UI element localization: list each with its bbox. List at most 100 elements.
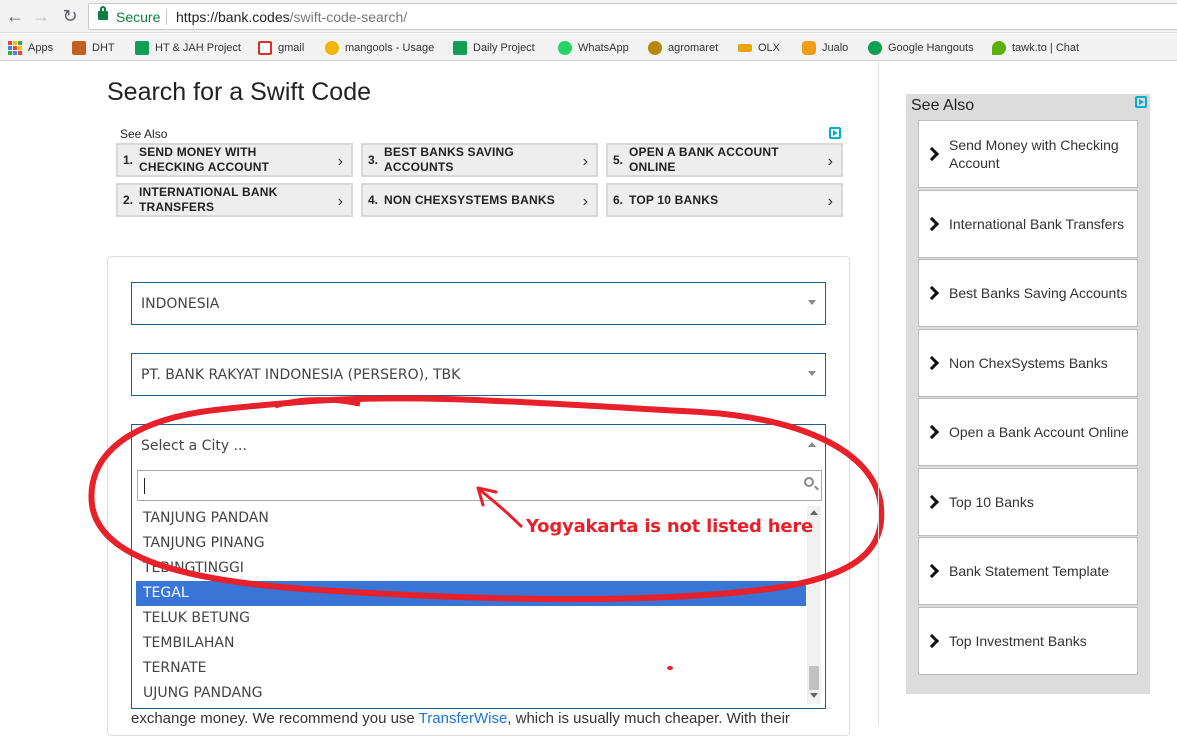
bookmark-mangools[interactable]: mangools - Usage xyxy=(325,39,434,57)
scrollbar-thumb[interactable] xyxy=(809,666,819,690)
bookmark-dht[interactable]: DHT xyxy=(72,39,115,57)
sidebar-link-label: Bank Statement Template xyxy=(949,563,1110,579)
chevron-right-icon xyxy=(924,146,940,162)
bookmark-jualo[interactable]: Jualo xyxy=(802,39,848,57)
adchoices-icon[interactable] xyxy=(1135,96,1147,108)
apps-grid-icon xyxy=(8,41,22,55)
chevron-right-icon xyxy=(924,424,940,440)
sidebar-link-label: International Bank Transfers xyxy=(949,216,1125,232)
bookmark-label: mangools - Usage xyxy=(345,42,435,54)
annotation-text: Yogyakarta is not listed here xyxy=(526,516,814,537)
ad-text: NON CHEXSYSTEMS BANKS xyxy=(384,192,555,207)
secure-label: Secure xyxy=(116,9,161,25)
url-host: https://bank.codes xyxy=(176,9,290,25)
city-option-highlighted[interactable]: TEGAL xyxy=(136,581,806,606)
ad-link-best-banks[interactable]: 3. BEST BANKS SAVING ACCOUNTS › xyxy=(361,143,598,177)
sidebar-link-label: Open a Bank Account Online xyxy=(949,424,1129,440)
chevron-right-icon xyxy=(924,355,940,371)
ad-number: 1. xyxy=(123,153,134,167)
sidebar-link-send-money[interactable]: Send Money with Checking Account xyxy=(918,120,1138,188)
see-also-ads: See Also 1. SEND MONEY WITH CHECKING ACC… xyxy=(116,125,843,220)
bookmark-label: gmail xyxy=(278,42,305,54)
transferwise-link[interactable]: TransferWise xyxy=(419,710,508,727)
bookmark-daily-project[interactable]: Daily Project xyxy=(453,39,535,57)
bookmark-label: Google Hangouts xyxy=(888,42,974,54)
city-select[interactable]: Select a City ... xyxy=(131,424,826,467)
lock-icon xyxy=(98,6,108,20)
sidebar-link-international-transfers[interactable]: International Bank Transfers xyxy=(918,190,1138,258)
ad-text: SEND MONEY WITH CHECKING ACCOUNT xyxy=(139,145,270,174)
bookmark-apps[interactable]: Apps xyxy=(8,39,53,57)
bookmark-gmail[interactable]: gmail xyxy=(258,39,304,57)
city-option[interactable]: TEMBILAHAN xyxy=(136,631,806,656)
text-caret xyxy=(144,478,145,494)
sidebar-link-bank-statement[interactable]: Bank Statement Template xyxy=(918,537,1138,605)
page-title: Search for a Swift Code xyxy=(107,78,372,106)
bookmark-label: Daily Project xyxy=(473,42,535,54)
ad-text: OPEN A BANK ACCOUNT ONLINE xyxy=(629,145,779,174)
body-text-start: exchange money. We recommend you use xyxy=(131,710,419,727)
ad-link-top-10-banks[interactable]: 6. TOP 10 BANKS › xyxy=(606,183,843,217)
sheets-icon xyxy=(135,41,149,55)
bookmark-ht-jah-project[interactable]: HT & JAH Project xyxy=(135,39,241,57)
ad-link-send-money[interactable]: 1. SEND MONEY WITH CHECKING ACCOUNT › xyxy=(116,143,353,177)
chevron-right-icon xyxy=(924,633,940,649)
ad-link-non-chexsystems[interactable]: 4. NON CHEXSYSTEMS BANKS › xyxy=(361,183,598,217)
dht-icon xyxy=(72,41,86,55)
city-option[interactable]: TERNATE xyxy=(136,656,806,681)
bank-select[interactable]: PT. BANK RAKYAT INDONESIA (PERSERO), TBK xyxy=(131,353,826,396)
back-arrow-icon[interactable]: ← xyxy=(5,6,25,26)
sidebar-link-label: Send Money with Checking Account xyxy=(949,137,1119,171)
country-select[interactable]: INDONESIA xyxy=(131,282,826,325)
sidebar-link-non-chexsystems[interactable]: Non ChexSystems Banks xyxy=(918,329,1138,397)
ad-text: TOP 10 BANKS xyxy=(629,192,719,207)
city-option[interactable]: UJUNG PANDANG xyxy=(136,681,806,706)
url-text[interactable]: https://bank.codes/swift-code-search/ xyxy=(176,9,407,25)
jualo-icon xyxy=(802,41,816,55)
body-paragraph: exchange money. We recommend you use Tra… xyxy=(131,710,790,727)
sidebar-link-label: Best Banks Saving Accounts xyxy=(949,285,1128,301)
city-option[interactable]: TEBINGTINGGI xyxy=(136,556,806,581)
url-path: /swift-code-search/ xyxy=(289,9,408,25)
bookmark-agromaret[interactable]: agromaret xyxy=(648,39,718,57)
sidebar-link-open-account[interactable]: Open a Bank Account Online xyxy=(918,398,1138,466)
city-select-placeholder: Select a City ... xyxy=(141,438,247,454)
bookmark-whatsapp[interactable]: WhatsApp xyxy=(558,39,629,57)
bookmark-olx[interactable]: OLX xyxy=(738,39,780,57)
bookmark-label: Apps xyxy=(28,42,54,54)
ad-text: BEST BANKS SAVING ACCOUNTS xyxy=(384,145,514,174)
sidebar-link-label: Top 10 Banks xyxy=(949,494,1034,510)
address-bar[interactable]: Secure https://bank.codes/swift-code-sea… xyxy=(88,3,1177,30)
scroll-down-arrow-icon[interactable] xyxy=(810,693,818,698)
browser-toolbar: ← → ↻ Secure https://bank.codes/swift-co… xyxy=(0,0,1177,33)
sidebar-see-also: See Also Send Money with Checking Accoun… xyxy=(906,94,1150,694)
bookmark-google-hangouts[interactable]: Google Hangouts xyxy=(868,39,974,57)
ad-number: 5. xyxy=(613,153,624,167)
ad-number: 4. xyxy=(368,193,379,207)
forward-arrow-icon[interactable]: → xyxy=(31,6,51,26)
sidebar-link-top-investment-banks[interactable]: Top Investment Banks xyxy=(918,607,1138,675)
ad-number: 6. xyxy=(613,193,624,207)
scroll-up-arrow-icon[interactable] xyxy=(810,510,818,515)
hangouts-icon xyxy=(868,41,882,55)
chevron-right-icon: › xyxy=(582,193,588,210)
sidebar-link-top-10-banks[interactable]: Top 10 Banks xyxy=(918,468,1138,536)
chevron-right-icon xyxy=(924,563,940,579)
city-option[interactable]: TELUK BETUNG xyxy=(136,606,806,631)
city-dropdown: TANJUNG PANDAN TANJUNG PINANG TEBINGTING… xyxy=(131,465,826,709)
bookmark-tawk[interactable]: tawk.to | Chat xyxy=(992,39,1079,57)
adchoices-icon[interactable] xyxy=(829,127,841,139)
bookmark-label: WhatsApp xyxy=(578,42,629,54)
ad-link-international-transfers[interactable]: 2. INTERNATIONAL BANK TRANSFERS › xyxy=(116,183,353,217)
bookmark-label: tawk.to | Chat xyxy=(1012,42,1080,54)
sidebar-link-best-banks[interactable]: Best Banks Saving Accounts xyxy=(918,259,1138,327)
chevron-right-icon: › xyxy=(337,153,343,170)
address-separator xyxy=(166,9,167,25)
reload-icon[interactable]: ↻ xyxy=(60,6,80,26)
chevron-right-icon xyxy=(924,494,940,510)
olx-icon xyxy=(738,44,752,52)
city-search-input[interactable] xyxy=(137,470,822,501)
chevron-right-icon: › xyxy=(337,193,343,210)
ad-link-open-account[interactable]: 5. OPEN A BANK ACCOUNT ONLINE › xyxy=(606,143,843,177)
chevron-right-icon: › xyxy=(827,193,833,210)
